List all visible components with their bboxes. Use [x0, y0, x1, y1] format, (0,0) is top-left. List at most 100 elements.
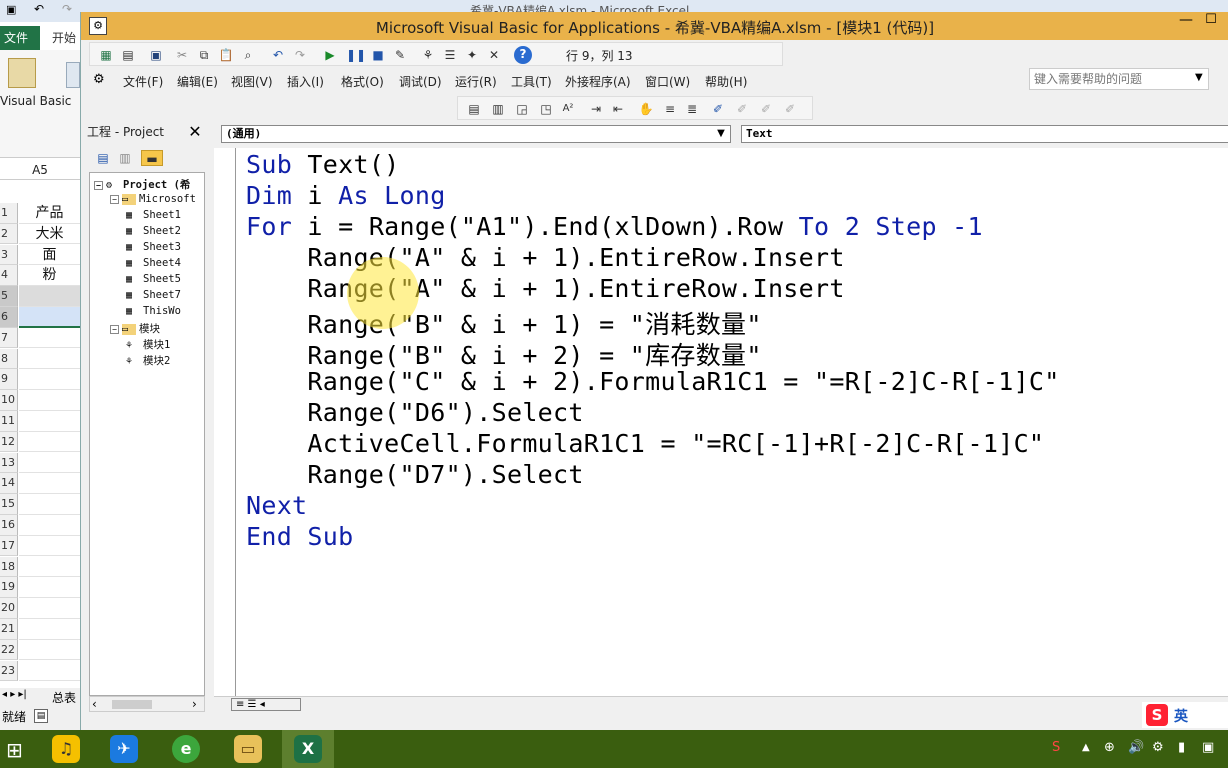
- toggle-breakpoint-icon[interactable]: ✋: [638, 101, 654, 117]
- menu-edit[interactable]: 编辑(E): [177, 73, 218, 90]
- tree-node[interactable]: ▦ Sheet7: [126, 289, 181, 301]
- close-icon[interactable]: ✕: [185, 122, 205, 142]
- name-box[interactable]: A5: [0, 160, 80, 180]
- code-line[interactable]: End Sub: [246, 522, 353, 551]
- row-header[interactable]: 3: [0, 244, 18, 266]
- copy-icon[interactable]: ⧉: [196, 47, 212, 63]
- chevron-down-icon[interactable]: ▼: [1195, 72, 1203, 83]
- scroll-left-icon[interactable]: ‹: [92, 697, 97, 711]
- scroll-thumb[interactable]: [112, 700, 152, 709]
- tools-tray-icon[interactable]: ⚙: [1152, 740, 1164, 755]
- tree-node[interactable]: ⚘ 模块2: [126, 353, 170, 368]
- visual-basic-label[interactable]: Visual Basic: [0, 94, 71, 108]
- row-header[interactable]: 7: [0, 327, 18, 349]
- row-header[interactable]: 8: [0, 348, 18, 370]
- quick-info-icon[interactable]: ◲: [514, 101, 530, 117]
- tree-node[interactable]: ▦ Sheet5: [126, 273, 181, 285]
- tree-node[interactable]: ▦ Sheet4: [126, 257, 181, 269]
- list-properties-icon[interactable]: ▤: [466, 101, 482, 117]
- run-icon[interactable]: ▶: [322, 47, 338, 63]
- cell[interactable]: [19, 640, 80, 661]
- design-mode-icon[interactable]: ✎: [392, 47, 408, 63]
- code-line[interactable]: Next: [246, 491, 307, 520]
- procedure-view-buttons[interactable]: ≡ ☰ ◂: [231, 698, 301, 711]
- cell[interactable]: [19, 432, 80, 453]
- network-status-icon[interactable]: ⊕: [1104, 740, 1115, 755]
- save-icon[interactable]: ▣: [148, 47, 164, 63]
- sogou-tray-icon[interactable]: S: [1052, 740, 1060, 755]
- row-header[interactable]: 14: [0, 473, 18, 494]
- cell[interactable]: 面: [19, 245, 80, 266]
- comment-block-icon[interactable]: ≡: [662, 101, 678, 117]
- row-header[interactable]: 23: [0, 660, 18, 682]
- row-header[interactable]: 21: [0, 619, 18, 640]
- view-code-icon[interactable]: ▤: [95, 150, 111, 166]
- insert-module-icon[interactable]: ▤: [120, 47, 136, 63]
- row-header[interactable]: 13: [0, 452, 18, 474]
- row-header[interactable]: 11: [0, 411, 18, 432]
- cell[interactable]: [19, 473, 80, 494]
- row-header[interactable]: 2: [0, 223, 18, 245]
- object-browser-icon[interactable]: ✦: [464, 47, 480, 63]
- tree-node[interactable]: ▦ ThisWo: [126, 305, 181, 317]
- outdent-icon[interactable]: ⇤: [610, 101, 626, 117]
- toggle-bookmark-icon[interactable]: ✐: [710, 101, 726, 117]
- help-icon[interactable]: ?: [514, 46, 532, 64]
- row-header[interactable]: 19: [0, 577, 18, 598]
- cell[interactable]: [19, 411, 80, 432]
- row-header[interactable]: 18: [0, 556, 18, 578]
- cell[interactable]: 粉: [19, 265, 80, 286]
- cell[interactable]: [19, 286, 80, 307]
- redo-icon[interactable]: ↷: [292, 47, 308, 63]
- notification-icon[interactable]: ▣: [1202, 740, 1214, 755]
- code-editor[interactable]: Sub Text() Dim i As Long For i = Range("A1…: [236, 148, 1228, 696]
- tab-start[interactable]: 开始: [52, 26, 76, 50]
- row-header[interactable]: 12: [0, 431, 18, 453]
- cell[interactable]: [19, 536, 80, 557]
- minimize-icon[interactable]: —: [1175, 12, 1197, 32]
- cell[interactable]: [19, 307, 80, 328]
- code-line[interactable]: Sub Text(): [246, 150, 400, 179]
- code-line[interactable]: Range("C" & i + 2).FormulaR1C1 = "=R[-2]…: [246, 367, 1060, 396]
- cell[interactable]: 产品: [19, 203, 80, 224]
- tab-file[interactable]: 文件: [0, 26, 40, 50]
- tree-node[interactable]: ▦ Sheet1: [126, 209, 181, 221]
- row-header[interactable]: 4: [0, 265, 18, 286]
- row-header[interactable]: 15: [0, 494, 18, 515]
- tree-node[interactable]: ▦ Sheet2: [126, 225, 181, 237]
- code-line[interactable]: Dim i As Long: [246, 181, 446, 210]
- sheet-tab-summary[interactable]: 总表: [52, 689, 76, 706]
- cell[interactable]: [19, 515, 80, 536]
- tree-node[interactable]: − ⚙ Project (希: [94, 177, 190, 192]
- project-horizontal-scrollbar[interactable]: ‹ ›: [89, 696, 205, 712]
- taskbar-messenger-app[interactable]: ✈: [98, 730, 150, 768]
- code-line[interactable]: Range("A" & i + 1).EntireRow.Insert: [246, 243, 845, 272]
- parameter-info-icon[interactable]: ◳: [538, 101, 554, 117]
- cell[interactable]: [19, 661, 80, 682]
- cell[interactable]: [19, 577, 80, 598]
- menu-format[interactable]: 格式(O): [341, 73, 384, 90]
- visual-basic-icon[interactable]: [8, 58, 36, 88]
- tree-collapse-icon[interactable]: −: [110, 194, 119, 204]
- row-header[interactable]: 20: [0, 598, 18, 619]
- row-header[interactable]: 10: [0, 390, 18, 411]
- properties-icon[interactable]: ☰: [442, 47, 458, 63]
- row-header[interactable]: 6: [0, 307, 18, 328]
- taskbar-excel-app[interactable]: X: [282, 730, 334, 768]
- menu-help[interactable]: 帮助(H): [705, 73, 747, 90]
- menu-debug[interactable]: 调试(D): [399, 73, 442, 90]
- cell[interactable]: [19, 349, 80, 370]
- previous-bookmark-icon[interactable]: ✐: [758, 101, 774, 117]
- reset-icon[interactable]: ■: [370, 47, 386, 63]
- cell[interactable]: 大米: [19, 224, 80, 245]
- tree-collapse-icon[interactable]: −: [94, 180, 103, 190]
- help-search-input[interactable]: 键入需要帮助的问题: [1029, 68, 1209, 90]
- toggle-folders-icon[interactable]: ▬: [141, 150, 163, 166]
- code-line[interactable]: For i = Range("A1").End(xlDown).Row To 2…: [246, 212, 983, 241]
- maximize-icon[interactable]: ☐: [1199, 12, 1223, 32]
- cut-icon[interactable]: ✂: [174, 47, 190, 63]
- save-icon[interactable]: ▣: [6, 3, 16, 16]
- tree-node[interactable]: − ▭ 模块: [110, 321, 160, 336]
- code-line[interactable]: Range("D7").Select: [246, 460, 584, 489]
- taskbar-browser-app[interactable]: e: [160, 730, 212, 768]
